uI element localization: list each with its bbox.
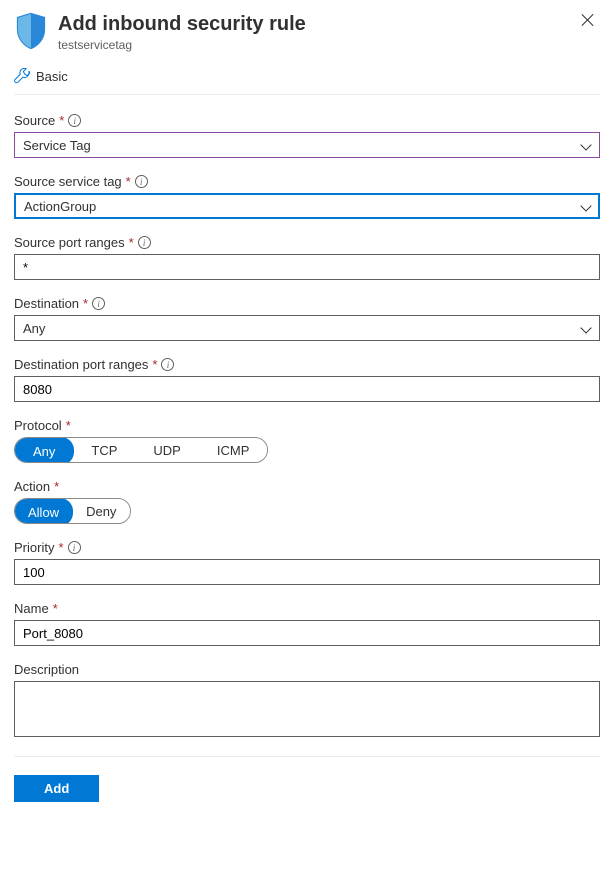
dest-ports-input[interactable] — [14, 376, 600, 402]
protocol-label: Protocol — [14, 418, 62, 433]
info-icon[interactable]: i — [92, 297, 105, 310]
field-service-tag: Source service tag * i ActionGroup — [14, 174, 600, 219]
dest-ports-label: Destination port ranges — [14, 357, 148, 372]
field-source-ports: Source port ranges * i — [14, 235, 600, 280]
required-asterisk: * — [83, 296, 88, 311]
name-input[interactable] — [14, 620, 600, 646]
protocol-option-icmp[interactable]: ICMP — [199, 438, 268, 462]
service-tag-label: Source service tag — [14, 174, 122, 189]
add-button[interactable]: Add — [14, 775, 99, 802]
page-title: Add inbound security rule — [58, 12, 600, 36]
info-icon[interactable]: i — [68, 541, 81, 554]
field-priority: Priority * i — [14, 540, 600, 585]
info-icon[interactable]: i — [135, 175, 148, 188]
destination-select[interactable]: Any — [14, 315, 600, 341]
required-asterisk: * — [152, 357, 157, 372]
panel-header: Add inbound security rule testservicetag — [14, 8, 600, 62]
description-input[interactable] — [14, 681, 600, 737]
basic-toggle[interactable]: Basic — [36, 69, 68, 84]
protocol-option-udp[interactable]: UDP — [135, 438, 198, 462]
required-asterisk: * — [54, 479, 59, 494]
wrench-icon — [14, 68, 30, 84]
priority-label: Priority — [14, 540, 54, 555]
action-option-deny[interactable]: Deny — [72, 499, 130, 523]
source-select[interactable]: Service Tag — [14, 132, 600, 158]
required-asterisk: * — [66, 418, 71, 433]
required-asterisk: * — [59, 113, 64, 128]
close-icon[interactable] — [580, 12, 596, 28]
required-asterisk: * — [126, 174, 131, 189]
source-label: Source — [14, 113, 55, 128]
name-label: Name — [14, 601, 49, 616]
resource-name: testservicetag — [58, 38, 600, 52]
action-group: Allow Deny — [14, 498, 131, 524]
protocol-option-any[interactable]: Any — [14, 437, 74, 463]
required-asterisk: * — [129, 235, 134, 250]
shield-icon — [14, 12, 48, 50]
priority-input[interactable] — [14, 559, 600, 585]
destination-label: Destination — [14, 296, 79, 311]
field-description: Description — [14, 662, 600, 740]
field-protocol: Protocol * Any TCP UDP ICMP — [14, 418, 600, 463]
action-label: Action — [14, 479, 50, 494]
info-icon[interactable]: i — [161, 358, 174, 371]
service-tag-select[interactable]: ActionGroup — [14, 193, 600, 219]
footer-divider — [14, 756, 600, 757]
protocol-option-tcp[interactable]: TCP — [73, 438, 135, 462]
required-asterisk: * — [58, 540, 63, 555]
required-asterisk: * — [53, 601, 58, 616]
toolbar: Basic — [14, 62, 600, 95]
field-dest-ports: Destination port ranges * i — [14, 357, 600, 402]
field-action: Action * Allow Deny — [14, 479, 600, 524]
source-ports-input[interactable] — [14, 254, 600, 280]
description-label: Description — [14, 662, 79, 677]
field-destination: Destination * i Any — [14, 296, 600, 341]
protocol-group: Any TCP UDP ICMP — [14, 437, 268, 463]
field-source: Source * i Service Tag — [14, 113, 600, 158]
action-option-allow[interactable]: Allow — [14, 498, 73, 524]
form-body: Source * i Service Tag Source service ta… — [14, 95, 600, 740]
info-icon[interactable]: i — [138, 236, 151, 249]
field-name: Name * — [14, 601, 600, 646]
info-icon[interactable]: i — [68, 114, 81, 127]
source-ports-label: Source port ranges — [14, 235, 125, 250]
